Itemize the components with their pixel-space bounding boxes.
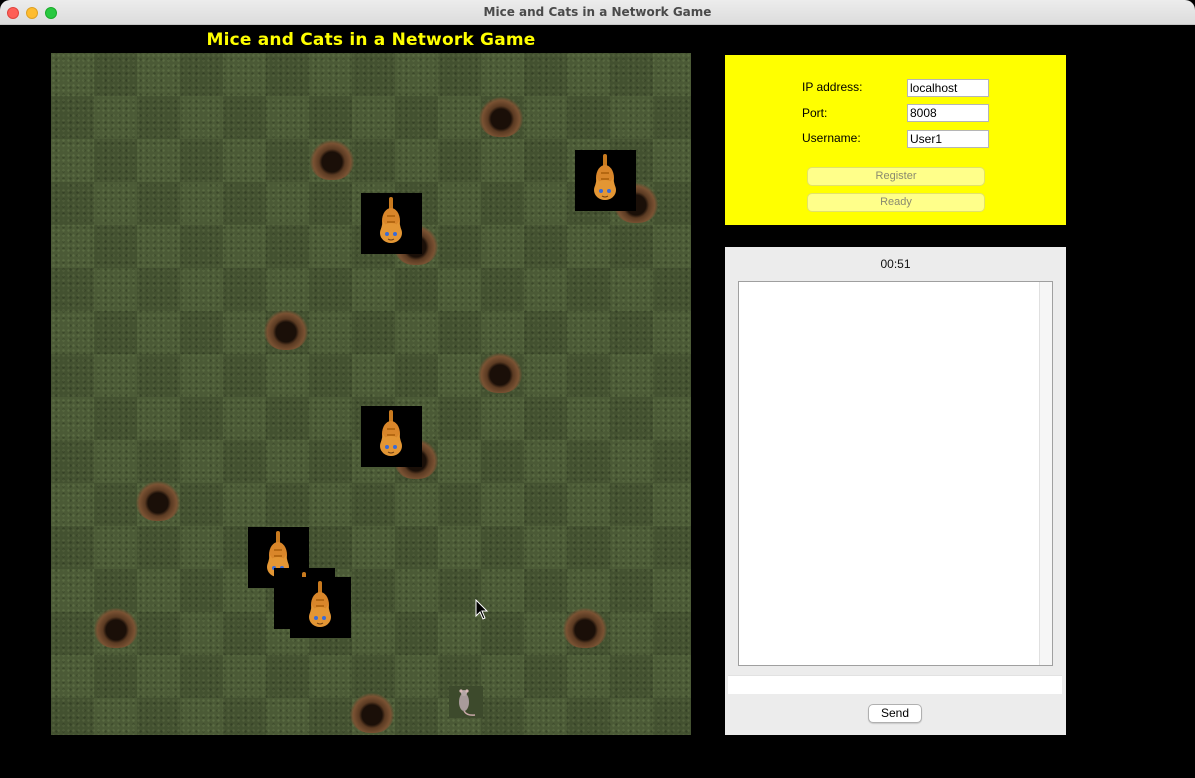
username-label: Username: xyxy=(802,131,861,145)
game-board[interactable] xyxy=(51,53,691,735)
chat-panel: 00:51 Send xyxy=(725,247,1066,735)
ip-address-field[interactable]: localhost xyxy=(907,79,989,97)
send-button[interactable]: Send xyxy=(868,704,922,723)
mouse-hole-icon xyxy=(479,97,523,137)
cat-icon xyxy=(575,150,636,211)
game-timer: 00:51 xyxy=(880,257,911,271)
cat-icon xyxy=(361,193,422,254)
game-title: Mice and Cats in a Network Game xyxy=(206,30,536,50)
cat-icon xyxy=(290,577,351,638)
ready-button[interactable]: Ready xyxy=(807,193,985,212)
mouse-hole-icon xyxy=(350,693,394,733)
ip-address-label: IP address: xyxy=(802,80,863,94)
register-button[interactable]: Register xyxy=(807,167,985,186)
chat-scrollbar[interactable] xyxy=(1039,282,1052,665)
mouse-hole-icon xyxy=(478,353,522,393)
connection-panel: IP address: localhost Port: 8008 Usernam… xyxy=(725,55,1066,225)
port-label: Port: xyxy=(802,106,828,120)
mouse-hole-icon xyxy=(136,481,180,521)
mouse-icon xyxy=(449,686,483,718)
mouse-hole-icon xyxy=(563,608,607,648)
cursor-icon xyxy=(475,599,489,620)
window-titlebar: Mice and Cats in a Network Game xyxy=(0,0,1195,25)
mouse-hole-icon xyxy=(94,608,138,648)
mouse-hole-icon xyxy=(310,140,354,180)
cat-icon xyxy=(361,406,422,467)
chat-message-input[interactable] xyxy=(728,675,1062,694)
chat-log[interactable] xyxy=(738,281,1053,666)
port-field[interactable]: 8008 xyxy=(907,104,989,122)
window-title: Mice and Cats in a Network Game xyxy=(483,5,712,19)
username-field[interactable]: User1 xyxy=(907,130,989,148)
mouse-hole-icon xyxy=(264,310,308,350)
